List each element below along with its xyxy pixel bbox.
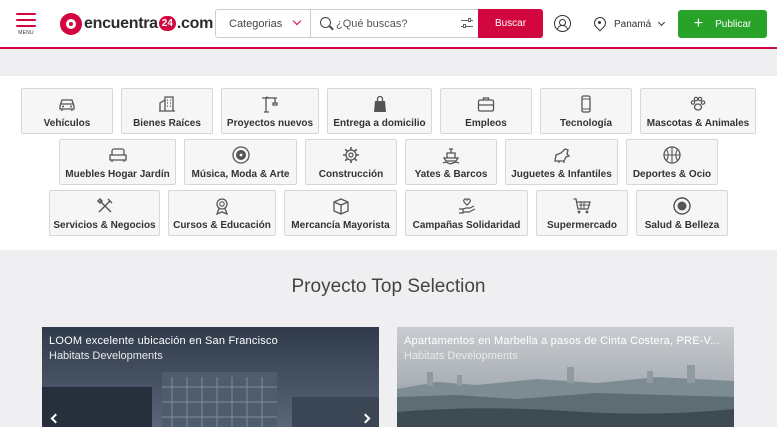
shopping-bag-icon xyxy=(373,95,386,112)
smartphone-icon xyxy=(581,95,591,113)
briefcase-icon xyxy=(477,97,495,112)
category-label: Mascotas & Animales xyxy=(646,118,750,129)
country-selector[interactable]: Panamá xyxy=(594,14,666,34)
plus-icon: + xyxy=(693,15,704,32)
category-label: Mercancía Mayorista xyxy=(291,220,390,231)
top-header: MENU encuentra 24 .com Categorias Buscar… xyxy=(0,0,777,48)
publish-label: Publicar xyxy=(715,18,752,30)
logo-text-post: .com xyxy=(176,15,214,32)
category-mercancia-mayorista[interactable]: Mercancía Mayorista xyxy=(284,190,397,236)
logo-mark-icon xyxy=(60,13,82,35)
publish-button[interactable]: + Publicar xyxy=(678,10,767,38)
category-label: Entrega a domicilio xyxy=(333,118,426,129)
search-bar: Categorias Buscar xyxy=(215,9,543,38)
category-bienes-raices[interactable]: Bienes Raíces xyxy=(121,88,213,134)
sofa-icon xyxy=(108,148,127,162)
user-account-icon[interactable] xyxy=(554,15,571,32)
header-divider xyxy=(0,47,777,49)
category-label: Yates & Barcos xyxy=(414,169,488,180)
category-label: Empleos xyxy=(465,118,507,129)
project-card[interactable]: LOOM excelente ubicación en San Francisc… xyxy=(42,327,379,427)
logo-text-pre: encuentra xyxy=(84,15,158,32)
search-button[interactable]: Buscar xyxy=(478,9,543,38)
category-label: Cursos & Educación xyxy=(173,220,271,231)
category-label: Bienes Raíces xyxy=(133,118,201,129)
crane-icon xyxy=(262,96,278,113)
project-card[interactable]: Apartamentos en Marbella a pasos de Cint… xyxy=(397,327,734,427)
logo-text-number: 24 xyxy=(158,15,176,31)
category-label: Salud & Belleza xyxy=(644,220,720,231)
category-vehiculos[interactable]: Vehículos xyxy=(21,88,113,134)
category-deportes-ocio[interactable]: Deportes & Ocio xyxy=(626,139,718,185)
category-label: Vehículos xyxy=(43,118,91,129)
filter-sliders-icon[interactable] xyxy=(461,18,473,29)
tools-icon xyxy=(96,198,112,213)
project-card-developer: Habitats Developments xyxy=(404,350,518,362)
circle-icon xyxy=(673,197,691,215)
disc-icon xyxy=(231,146,250,164)
menu-button[interactable]: MENU xyxy=(14,12,38,38)
category-servicios-negocios[interactable]: Servicios & Negocios xyxy=(49,190,160,236)
category-label: Música, Moda & Arte xyxy=(191,169,290,180)
gear-icon xyxy=(343,147,359,163)
location-pin-icon xyxy=(594,17,606,32)
category-select-label: Categorias xyxy=(229,17,283,30)
category-empleos[interactable]: Empleos xyxy=(440,88,532,134)
category-label: Proyectos nuevos xyxy=(226,118,314,129)
ship-icon xyxy=(442,148,460,165)
hamburger-icon xyxy=(16,13,36,15)
car-icon xyxy=(59,99,75,111)
category-mascotas-animales[interactable]: Mascotas & Animales xyxy=(640,88,756,134)
project-card-title: LOOM excelente ubicación en San Francisc… xyxy=(49,335,278,347)
hand-heart-icon xyxy=(458,198,475,214)
category-label: Deportes & Ocio xyxy=(632,169,712,180)
category-label: Campañas Solidaridad xyxy=(412,220,521,231)
category-entrega-domicilio[interactable]: Entrega a domicilio xyxy=(327,88,432,134)
category-label: Juguetes & Infantiles xyxy=(511,169,612,180)
award-icon xyxy=(215,198,229,216)
building-icon xyxy=(159,96,175,112)
site-logo[interactable]: encuentra 24 .com xyxy=(60,11,213,37)
category-label: Construcción xyxy=(318,169,384,180)
search-input[interactable] xyxy=(336,14,446,33)
search-icon xyxy=(320,17,331,28)
category-label: Tecnología xyxy=(559,118,613,129)
hamburger-icon-bar xyxy=(16,19,36,21)
category-muebles-hogar-jardin[interactable]: Muebles Hogar Jardín xyxy=(59,139,176,185)
box-icon xyxy=(332,198,349,215)
category-salud-belleza[interactable]: Salud & Belleza xyxy=(636,190,728,236)
category-cursos-educacion[interactable]: Cursos & Educación xyxy=(168,190,276,236)
category-tecnologia[interactable]: Tecnología xyxy=(540,88,632,134)
menu-label: MENU xyxy=(18,30,34,36)
chevron-down-icon xyxy=(658,18,666,26)
category-campanas-solidaridad[interactable]: Campañas Solidaridad xyxy=(405,190,528,236)
category-yates-barcos[interactable]: Yates & Barcos xyxy=(405,139,497,185)
category-supermercado[interactable]: Supermercado xyxy=(536,190,628,236)
category-proyectos-nuevos[interactable]: Proyectos nuevos xyxy=(221,88,319,134)
hamburger-icon-bar xyxy=(16,25,36,27)
ball-icon xyxy=(663,146,681,164)
section-title: Proyecto Top Selection xyxy=(291,276,486,297)
category-label: Muebles Hogar Jardín xyxy=(65,169,170,180)
project-card-developer: Habitats Developments xyxy=(49,350,163,362)
category-construccion[interactable]: Construcción xyxy=(305,139,397,185)
category-select[interactable]: Categorias xyxy=(216,10,311,37)
category-grid: Vehículos Bienes Raíces Proyectos nuevos… xyxy=(0,76,777,250)
category-musica-moda-arte[interactable]: Música, Moda & Arte xyxy=(184,139,297,185)
category-label: Supermercado xyxy=(546,220,618,231)
country-name: Panamá xyxy=(614,18,652,30)
chevron-down-icon xyxy=(292,16,302,26)
paw-icon xyxy=(690,96,706,111)
category-juguetes-infantiles[interactable]: Juguetes & Infantiles xyxy=(505,139,618,185)
toy-icon xyxy=(553,148,570,163)
category-label: Servicios & Negocios xyxy=(53,220,156,231)
cart-icon xyxy=(573,198,591,214)
project-card-title: Apartamentos en Marbella a pasos de Cint… xyxy=(404,335,720,347)
